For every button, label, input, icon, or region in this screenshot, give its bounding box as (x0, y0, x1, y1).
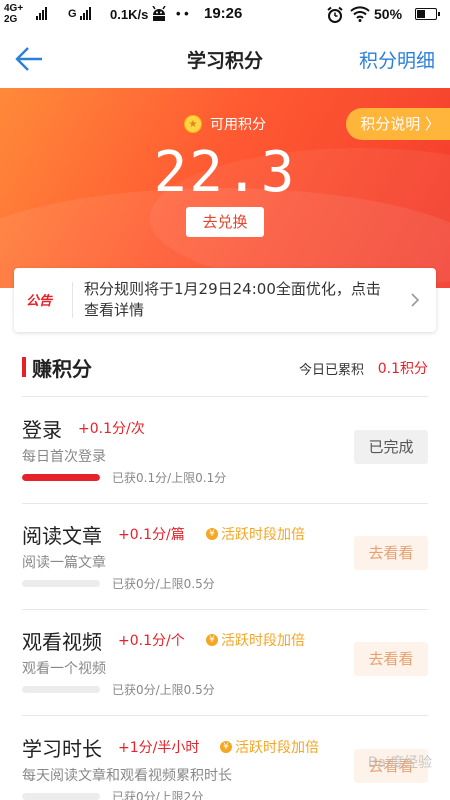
battery-icon (415, 8, 440, 20)
task-description: 每日首次登录 (22, 449, 106, 465)
task-bonus-text: 活跃时段加倍 (221, 527, 305, 543)
task-bonus-text: 活跃时段加倍 (235, 740, 319, 756)
bonus-icon: ¥ (220, 741, 232, 753)
watermark: Bai度经验 (367, 755, 432, 771)
clock: 19:26 (204, 5, 243, 22)
task-progress-text: 已获0分/上限2分 (112, 790, 204, 800)
section-title: 赚积分 (32, 357, 92, 381)
task-row-watch-video: 观看视频 +0.1分/个 ¥ 活跃时段加倍 观看一个视频 已获0分/上限0.5分… (0, 626, 450, 732)
back-arrow-icon[interactable] (14, 44, 46, 74)
nav-bar: 学习积分 积分明细 (0, 30, 450, 88)
divider (22, 609, 428, 610)
divider (22, 396, 428, 397)
task-description: 观看一个视频 (22, 661, 106, 677)
task-description: 阅读一篇文章 (22, 555, 106, 571)
notification-dots: • • (176, 6, 189, 21)
task-rate: +0.1分/个 (118, 633, 185, 649)
announcement-text: 积分规则将于1月29日24:00全面优化，点击查看详情 (84, 280, 381, 319)
points-detail-link[interactable]: 积分明细 (359, 46, 435, 73)
task-go-button[interactable]: 去看看 (354, 642, 428, 676)
network-speed: 0.1K/s (110, 7, 149, 22)
task-progress-bar (22, 580, 100, 587)
task-bonus-text: 活跃时段加倍 (221, 633, 305, 649)
task-progress-text: 已获0分/上限0.5分 (112, 683, 215, 697)
task-rate: +0.1分/次 (78, 421, 145, 437)
available-points-label: 可用积分 (210, 117, 266, 133)
task-go-button[interactable]: 去看看 (354, 536, 428, 570)
points-hero: ★ 可用积分 22.3 去兑换 积分说明 〉 (0, 88, 450, 288)
signal-icon (36, 6, 47, 20)
alarm-icon (326, 6, 344, 27)
task-done-button[interactable]: 已完成 (354, 430, 428, 464)
task-progress-bar (22, 474, 100, 481)
task-row-login: 登录 +0.1分/次 每日首次登录 已获0.1分/上限0.1分 已完成 (0, 414, 450, 520)
task-progress-bar (22, 686, 100, 693)
task-bonus: ¥ 活跃时段加倍 (206, 524, 305, 544)
task-progress-fill (22, 474, 100, 481)
sim2-network-label: G (68, 8, 77, 20)
network-type: 4G+ 2G (4, 3, 23, 25)
android-icon (150, 5, 168, 25)
announcement-badge: 公告 (26, 294, 53, 309)
task-progress-bar (22, 793, 100, 800)
bonus-icon: ¥ (206, 634, 218, 646)
divider (22, 503, 428, 504)
task-rate: +1分/半小时 (118, 740, 200, 756)
task-rate: +0.1分/篇 (118, 527, 185, 543)
exchange-button[interactable]: 去兑换 (186, 207, 264, 237)
points-explain-button[interactable]: 积分说明 〉 (346, 108, 450, 140)
battery-percent: 50% (374, 6, 403, 22)
task-name: 登录 (22, 418, 62, 442)
chevron-right-icon (410, 292, 420, 312)
network-4g-label: 4G+ (4, 3, 24, 14)
coin-icon: ★ (184, 115, 202, 133)
network-2g-label: 2G (4, 14, 18, 25)
status-bar: 4G+ 2G G 0.1K/s • • 19:26 50% (0, 0, 450, 30)
task-row-read-article: 阅读文章 +0.1分/篇 ¥ 活跃时段加倍 阅读一篇文章 已获0分/上限0.5分… (0, 520, 450, 626)
task-bonus: ¥ 活跃时段加倍 (220, 737, 319, 757)
task-progress-text: 已获0分/上限0.5分 (112, 577, 215, 591)
announcement-divider (72, 282, 73, 318)
task-description: 每天阅读文章和观看视频累积时长 (22, 768, 232, 784)
section-accent-bar (22, 357, 26, 377)
signal-icon-2 (80, 6, 91, 20)
battery-fill (417, 10, 425, 18)
bonus-icon: ¥ (206, 528, 218, 540)
task-name: 学习时长 (22, 737, 102, 761)
task-name: 观看视频 (22, 630, 102, 654)
announcement-card[interactable]: 公告 积分规则将于1月29日24:00全面优化，点击查看详情 (14, 268, 436, 332)
task-name: 阅读文章 (22, 524, 102, 548)
divider (22, 715, 428, 716)
task-progress-text: 已获0.1分/上限0.1分 (112, 471, 227, 485)
available-points-value: 22.3 (153, 140, 297, 205)
today-earned-label: 今日已累积 (298, 363, 364, 378)
wifi-icon (350, 6, 370, 25)
today-earned-value: 0.1积分 (377, 361, 428, 377)
earn-points-header: 赚积分 今日已累积 0.1积分 (0, 352, 450, 382)
task-bonus: ¥ 活跃时段加倍 (206, 630, 305, 650)
